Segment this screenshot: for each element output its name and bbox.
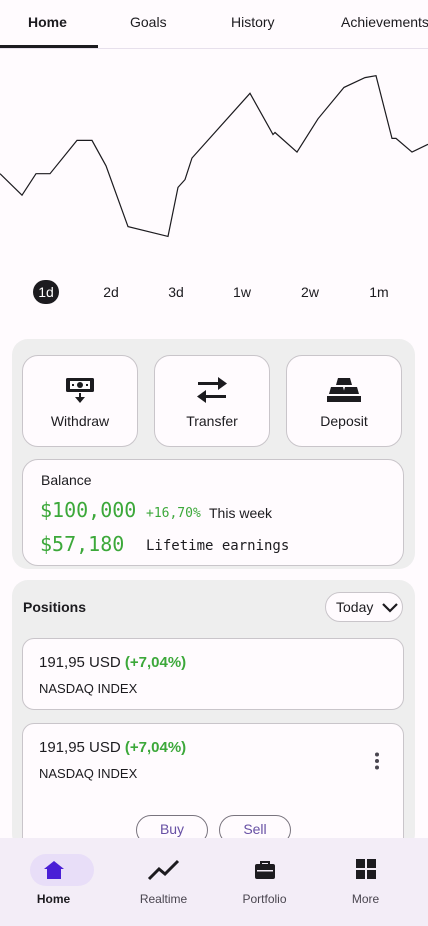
transfer-label: Transfer bbox=[186, 413, 238, 429]
range-2d[interactable]: 2d bbox=[100, 280, 122, 304]
position-name: NASDAQ INDEX bbox=[39, 766, 138, 781]
trending-up-icon bbox=[110, 858, 217, 882]
home-icon bbox=[0, 858, 107, 882]
nav-more[interactable]: More bbox=[312, 838, 419, 926]
balance-change: +16,70% bbox=[146, 506, 201, 521]
position-change: (+7,04%) bbox=[124, 739, 187, 756]
tab-achievements[interactable]: Achievements bbox=[341, 0, 428, 46]
cash-withdraw-icon bbox=[23, 374, 137, 406]
range-2w[interactable]: 2w bbox=[298, 280, 322, 304]
period-dropdown[interactable]: Today bbox=[325, 592, 403, 622]
position-price: 191,95 USD bbox=[39, 739, 121, 756]
range-1w[interactable]: 1w bbox=[231, 280, 253, 304]
withdraw-label: Withdraw bbox=[50, 413, 110, 429]
deposit-label: Deposit bbox=[320, 413, 368, 429]
nav-home-label: Home bbox=[36, 892, 71, 906]
account-summary-card: Withdraw Transfer Deposit Balance $100,0… bbox=[12, 339, 415, 569]
tab-history[interactable]: History bbox=[231, 0, 275, 46]
tab-goals[interactable]: Goals bbox=[130, 0, 167, 46]
position-price-line: 191,95 USD (+7,04%) bbox=[39, 654, 186, 671]
deposit-button[interactable]: Deposit bbox=[286, 355, 402, 447]
position-item[interactable]: 191,95 USD (+7,04%) NASDAQ INDEX Buy Sel… bbox=[22, 723, 404, 850]
range-3d[interactable]: 3d bbox=[165, 280, 187, 304]
top-tab-bar: Home Goals History Achievements bbox=[0, 0, 428, 49]
positions-title: Positions bbox=[23, 599, 87, 615]
withdraw-button[interactable]: Withdraw bbox=[22, 355, 138, 447]
lifetime-earnings-amount: $57,180 bbox=[40, 532, 125, 556]
balance-amount: $100,000 bbox=[40, 498, 137, 522]
tab-home[interactable]: Home bbox=[28, 0, 67, 46]
time-range-selector: 1d 2d 3d 1w 2w 1m bbox=[0, 280, 428, 306]
transfer-arrows-icon bbox=[155, 374, 269, 406]
positions-card: Positions Today 191,95 USD (+7,04%) NASD… bbox=[12, 580, 415, 850]
gold-bars-icon bbox=[287, 374, 401, 406]
chevron-down-icon bbox=[380, 599, 400, 622]
balance-panel: Balance $100,000 +16,70% This week $57,1… bbox=[22, 459, 404, 566]
nav-home[interactable]: Home bbox=[0, 838, 107, 926]
transfer-button[interactable]: Transfer bbox=[154, 355, 270, 447]
nav-realtime[interactable]: Realtime bbox=[110, 838, 217, 926]
bottom-navigation: Home Realtime Portfolio More bbox=[0, 838, 428, 926]
nav-portfolio-label: Portfolio bbox=[242, 892, 287, 906]
price-series-line bbox=[0, 75, 428, 238]
range-1d[interactable]: 1d bbox=[33, 280, 59, 304]
grid-icon bbox=[312, 858, 419, 882]
position-item[interactable]: 191,95 USD (+7,04%) NASDAQ INDEX bbox=[22, 638, 404, 710]
range-1m[interactable]: 1m bbox=[367, 280, 391, 304]
position-name: NASDAQ INDEX bbox=[39, 681, 138, 696]
position-price-line: 191,95 USD (+7,04%) bbox=[39, 739, 186, 756]
nav-realtime-label: Realtime bbox=[139, 892, 188, 906]
period-dropdown-value: Today bbox=[336, 599, 374, 615]
position-change: (+7,04%) bbox=[124, 654, 187, 671]
briefcase-icon bbox=[211, 858, 318, 882]
price-chart bbox=[0, 75, 428, 238]
balance-change-period: This week bbox=[209, 505, 273, 521]
balance-title: Balance bbox=[41, 472, 92, 488]
more-vert-icon[interactable] bbox=[374, 752, 380, 770]
nav-more-label: More bbox=[351, 892, 380, 906]
lifetime-earnings-label: Lifetime earnings bbox=[146, 538, 290, 554]
nav-portfolio[interactable]: Portfolio bbox=[211, 838, 318, 926]
position-price: 191,95 USD bbox=[39, 654, 121, 671]
